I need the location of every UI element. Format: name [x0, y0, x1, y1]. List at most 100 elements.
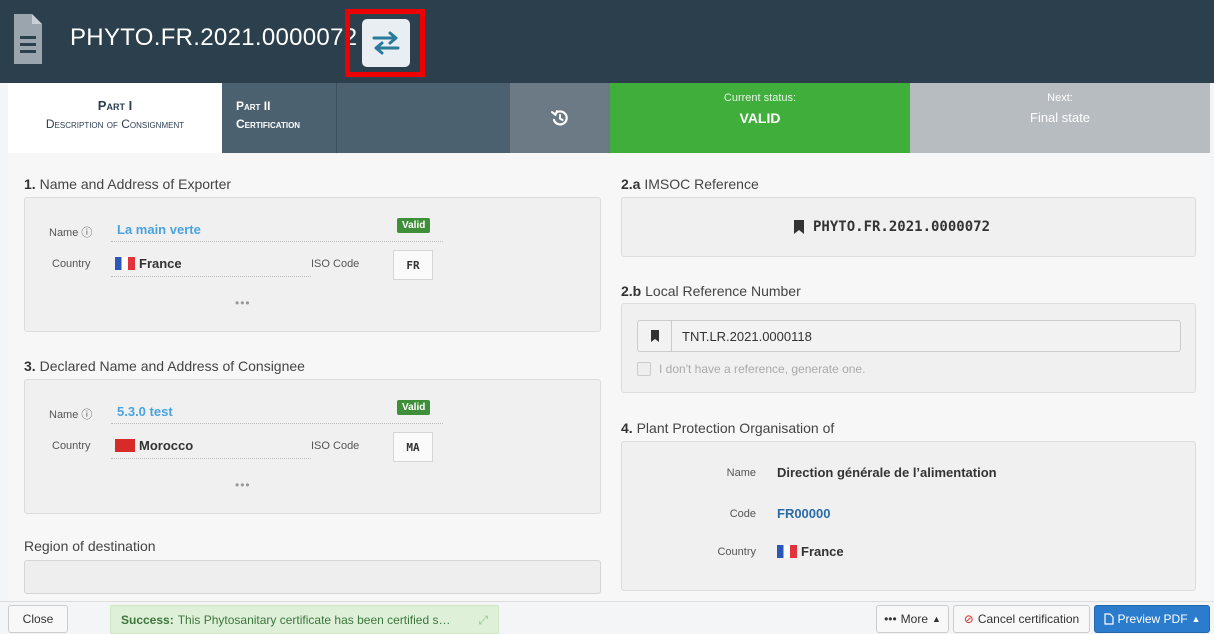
- current-status-value: VALID: [739, 110, 781, 126]
- ppo-panel: Name Direction générale de l’alimentatio…: [621, 441, 1196, 591]
- close-button[interactable]: Close: [8, 605, 68, 633]
- main-content: 1. Name and Address of Exporter Name ⓘ L…: [8, 153, 1210, 601]
- preview-pdf-button[interactable]: Preview PDF ▲: [1094, 605, 1210, 633]
- more-dots-icon: •••: [884, 612, 897, 626]
- generate-reference-checkbox[interactable]: [637, 362, 651, 376]
- consignee-name-underline: [111, 423, 443, 424]
- document-icon: [14, 14, 42, 64]
- ppo-section-number: 4.: [621, 420, 633, 436]
- region-input[interactable]: [24, 560, 601, 594]
- more-button[interactable]: ••• More ▲: [876, 605, 949, 633]
- tab-part-1-title: Part I: [97, 98, 133, 113]
- ppo-country-label: Country: [717, 546, 756, 558]
- certificate-title: PHYTO.FR.2021.0000072: [70, 24, 358, 51]
- consignee-country-underline: [111, 458, 311, 459]
- exporter-iso-code: FR: [393, 250, 433, 280]
- current-status: Current status: VALID: [610, 83, 910, 153]
- consignee-country-value: Morocco: [115, 438, 193, 453]
- imsoc-section-label: IMSOC Reference: [644, 176, 759, 192]
- lrn-panel: TNT.LR.2021.0000118 I don't have a refer…: [621, 303, 1196, 393]
- tab-part-2-title: Part II: [236, 99, 271, 113]
- exporter-country-value: France: [115, 256, 182, 271]
- ppo-section-title: 4. Plant Protection Organisation of: [621, 420, 834, 436]
- preview-pdf-label: Preview PDF: [1117, 612, 1188, 626]
- cancel-certification-label: Cancel certification: [977, 612, 1080, 626]
- exporter-country-label: Country: [52, 258, 91, 270]
- tab-history[interactable]: [510, 83, 610, 153]
- toast-message: This Phytosanitary certificate has been …: [177, 612, 451, 627]
- exporter-panel: Name ⓘ La main verte Valid Country Franc…: [24, 197, 601, 332]
- tab-part-2-subtitle: Certification: [236, 117, 301, 131]
- generate-reference-label: I don't have a reference, generate one.: [659, 362, 866, 376]
- exporter-section-label: Name and Address of Exporter: [39, 176, 232, 192]
- more-label: More: [900, 612, 929, 626]
- imsoc-reference-text: PHYTO.FR.2021.0000072: [813, 219, 991, 235]
- highlight-box: [345, 9, 425, 77]
- file-icon: [1103, 613, 1114, 625]
- history-icon: [551, 110, 568, 126]
- tabs-bar: Part I Description of Consignment Part I…: [8, 83, 1210, 153]
- consignee-country-label: Country: [52, 440, 91, 452]
- app-header: PHYTO.FR.2021.0000072: [0, 0, 1214, 83]
- consignee-name-link[interactable]: 5.3.0 test: [117, 404, 173, 419]
- ppo-section-label: Plant Protection Organisation of: [636, 420, 835, 436]
- toast-status: Success:: [121, 612, 174, 627]
- cancel-certification-button[interactable]: ⊘ Cancel certification: [953, 605, 1090, 633]
- lrn-section-label: Local Reference Number: [645, 283, 801, 299]
- exporter-section-title: 1. Name and Address of Exporter: [24, 176, 231, 192]
- consignee-iso-code: MA: [393, 432, 433, 462]
- exporter-more-dots[interactable]: •••: [235, 296, 251, 310]
- ban-icon: ⊘: [963, 612, 974, 626]
- bookmark-icon: [794, 220, 804, 234]
- tab-part-1-subtitle: Description of Consignment: [45, 117, 185, 131]
- exporter-name-underline: [111, 241, 443, 242]
- lrn-section-number: 2.b: [621, 283, 642, 299]
- bottom-action-bar: Close Success: This Phytosanitary certif…: [0, 601, 1214, 634]
- lrn-section-title: 2.b Local Reference Number: [621, 283, 801, 299]
- ppo-name-value: Direction générale de l’alimentation: [777, 465, 997, 480]
- exporter-name-link[interactable]: La main verte: [117, 222, 201, 237]
- consignee-iso-label: ISO Code: [311, 440, 360, 452]
- lrn-bookmark-icon: [638, 321, 672, 351]
- france-flag-icon: [115, 257, 135, 270]
- exporter-country-text: France: [139, 256, 182, 271]
- next-status[interactable]: Next: Final state: [910, 83, 1210, 153]
- exporter-country-underline: [111, 276, 311, 277]
- imsoc-section-number: 2.a: [621, 176, 641, 192]
- ppo-name-label: Name: [726, 467, 756, 479]
- morocco-flag-icon: [115, 439, 135, 452]
- exporter-name-label: Name ⓘ: [49, 227, 93, 239]
- tab-part-2[interactable]: Part II Certification: [222, 83, 336, 153]
- current-status-label: Current status:: [723, 92, 797, 104]
- success-toast: Success: This Phytosanitary certificate …: [110, 605, 499, 634]
- next-status-value: Final state: [1030, 110, 1090, 125]
- region-section-title: Region of destination: [24, 538, 156, 554]
- ppo-country-value: France: [777, 544, 844, 559]
- imsoc-panel: PHYTO.FR.2021.0000072: [621, 197, 1196, 257]
- consignee-section-title: 3. Declared Name and Address of Consigne…: [24, 358, 305, 374]
- consignee-panel: Name ⓘ 5.3.0 test Valid Country Morocco …: [24, 379, 601, 514]
- ppo-code-label: Code: [729, 508, 756, 520]
- consignee-name-label: Name ⓘ: [49, 409, 93, 421]
- imsoc-section-title: 2.a IMSOC Reference: [621, 176, 759, 192]
- expand-icon[interactable]: ⤢: [478, 613, 488, 628]
- france-flag-icon: [777, 545, 797, 558]
- tab-part-1[interactable]: Part I Description of Consignment: [8, 83, 222, 153]
- exporter-iso-label: ISO Code: [311, 258, 360, 270]
- caret-up-icon: ▲: [1191, 614, 1201, 624]
- consignee-section-number: 3.: [24, 358, 36, 374]
- consignee-section-label: Declared Name and Address of Consignee: [39, 358, 305, 374]
- imsoc-reference: PHYTO.FR.2021.0000072: [793, 219, 990, 235]
- lrn-input[interactable]: TNT.LR.2021.0000118: [637, 320, 1181, 352]
- exporter-section-number: 1.: [24, 176, 36, 192]
- consignee-valid-badge: Valid: [397, 400, 431, 415]
- ppo-code-value: FR00000: [777, 506, 831, 521]
- ppo-country-text: France: [801, 544, 844, 559]
- caret-up-icon: ▲: [932, 614, 941, 624]
- next-status-label: Next:: [1047, 92, 1073, 104]
- lrn-value: TNT.LR.2021.0000118: [682, 328, 812, 344]
- consignee-country-text: Morocco: [139, 438, 194, 453]
- exporter-valid-badge: Valid: [397, 218, 431, 233]
- tab-spacer: [336, 83, 510, 153]
- consignee-more-dots[interactable]: •••: [235, 478, 251, 492]
